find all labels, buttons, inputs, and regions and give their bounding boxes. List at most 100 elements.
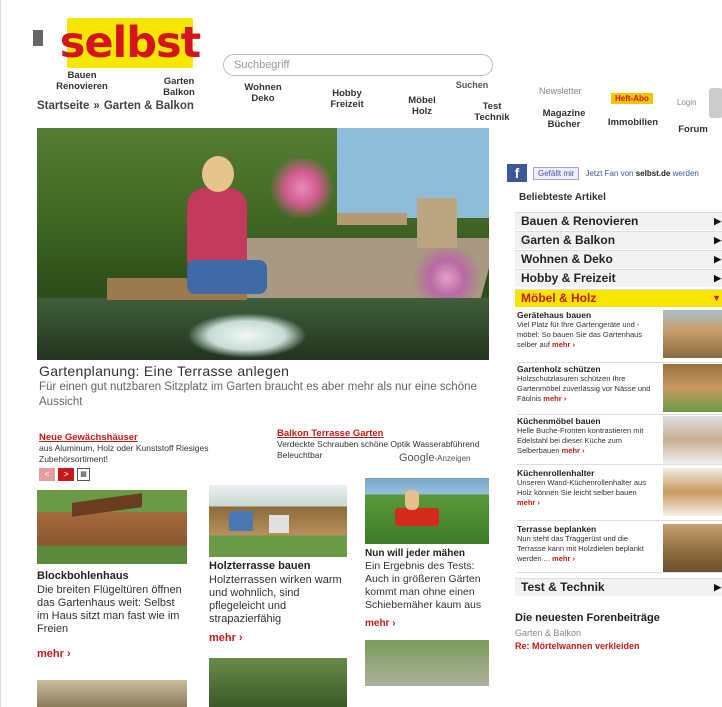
sidebar-heading: Beliebteste Artikel (519, 192, 606, 203)
card-image-bottom-2[interactable] (209, 658, 347, 707)
sidebar-article-geraetehaus[interactable]: Gerätehaus bauen Viel Platz für Ihre Gar… (517, 310, 722, 363)
article-thumbnail (663, 310, 722, 358)
breadcrumb: Startseite » Garten & Balkon (37, 100, 194, 112)
article-thumbnail (663, 364, 722, 412)
fb-site: selbst.de (635, 168, 671, 178)
hero-sky (337, 128, 489, 218)
nav-moebel-holz[interactable]: Möbel Holz (397, 95, 447, 117)
nav-hobby-freizeit[interactable]: Hobby Freizeit (319, 88, 375, 110)
card-more-blockbohlenhaus[interactable]: mehr › (37, 648, 71, 660)
search-input[interactable]: Suchbegriff (223, 54, 493, 76)
ad-pager: < > ▦ (39, 468, 90, 481)
hero-flowers (267, 158, 337, 218)
facebook-box: f Gefällt mir Jetzt Fan von selbst.de we… (507, 162, 722, 184)
article-text: Holzschutzlasuren schützen Ihre Gartenmö… (517, 374, 657, 404)
hero-text: Für einen gut nutzbaren Sitzplatz im Gar… (39, 381, 477, 408)
card-image-bottom-3[interactable] (365, 640, 489, 686)
card-image-bottom-1[interactable] (37, 680, 187, 707)
card-text-maehen: Ein Ergebnis des Tests: Auch in größeren… (365, 560, 482, 611)
nav-forum[interactable]: Forum (673, 124, 713, 135)
heft-abo-button[interactable]: Heft-Abo (611, 93, 653, 104)
person-shape (405, 490, 419, 510)
card-more-holzterrasse[interactable]: mehr › (209, 632, 243, 644)
card-more-maehen[interactable]: mehr › (365, 618, 396, 629)
article-more-link[interactable]: mehr › (552, 554, 575, 563)
article-text: Helle Buche-Fronten kontrastieren mit Ed… (517, 426, 657, 456)
sidebar-cat-bauen-renovieren[interactable]: Bauen & Renovieren ▶ (515, 212, 722, 230)
card-title-maehen[interactable]: Nun will jeder mähen (365, 548, 465, 559)
article-text: Nun steht das Traggerüst und die Terrass… (517, 534, 657, 564)
breadcrumb-separator: » (93, 100, 100, 112)
login-link[interactable]: Login (677, 98, 697, 107)
people-shape (229, 511, 253, 531)
sidebar-article-gartenholz[interactable]: Gartenholz schützen Holzschutzlasuren sc… (517, 364, 722, 415)
facebook-fan-text[interactable]: Jetzt Fan von selbst.de werden (585, 169, 698, 178)
nav-garten-balkon[interactable]: Garten Balkon (151, 76, 207, 98)
card-title-blockbohlenhaus[interactable]: Blockbohlenhaus (37, 570, 129, 582)
pager-grid-icon[interactable]: ▦ (77, 468, 90, 481)
nav-magazine-buecher[interactable]: Magazine Bücher (535, 108, 593, 130)
breadcrumb-current: Garten & Balkon (103, 100, 194, 112)
sidebar-article-kuechenmoebel[interactable]: Küchenmöbel bauen Helle Buche-Fronten ko… (517, 416, 722, 465)
card-image-holzterrasse[interactable] (209, 485, 347, 557)
ad-balkon-terrasse-link[interactable]: Balkon Terrasse Garten (277, 428, 482, 439)
cat-label: Hobby & Freizeit (521, 271, 616, 285)
card-title-holzterrasse[interactable]: Holzterrasse bauen (209, 560, 310, 572)
article-thumbnail (663, 468, 722, 516)
scrollbar[interactable] (709, 88, 722, 118)
article-more-link[interactable]: mehr › (517, 498, 540, 507)
card-image-blockbohlenhaus[interactable] (37, 490, 187, 564)
sidebar-article-terrasse-beplanken[interactable]: Terrasse beplanken Nun steht das Tragger… (517, 524, 722, 573)
sidebar-cat-garten-balkon[interactable]: Garten & Balkon ▶ (515, 231, 722, 249)
facebook-icon[interactable]: f (507, 164, 527, 182)
hero-woman-body (187, 188, 247, 268)
nav-test-technik[interactable]: Test Technik (467, 101, 517, 123)
hero-title[interactable]: Gartenplanung: Eine Terrasse anlegen (39, 363, 289, 379)
ad-gewaechshaeuser: Neue Gewächshäuser aus Aluminum, Holz od… (39, 432, 259, 465)
google-brand: Google (399, 452, 435, 464)
mower-shape (395, 508, 439, 526)
search-button[interactable]: Suchen (441, 76, 503, 94)
cat-label: Test & Technik (521, 580, 605, 594)
pager-next-button[interactable]: > (58, 468, 74, 481)
article-text: Viel Platz für Ihre Gartengeräte und -mö… (517, 320, 657, 350)
article-text: Unseren Wand-Küchenrollenhalter aus Holz… (517, 478, 657, 508)
breadcrumb-home[interactable]: Startseite (37, 100, 89, 112)
fb-text-prefix: Jetzt Fan von (585, 168, 636, 178)
article-body: Holzschutzlasuren schützen Ihre Gartenmö… (517, 374, 651, 403)
sidebar-cat-moebel-holz[interactable]: Möbel & Holz ▼ (515, 289, 722, 307)
card-image-maehen[interactable] (365, 478, 489, 544)
article-body: Unseren Wand-Küchenrollenhalter aus Holz… (517, 478, 646, 497)
nav-wohnen-deko[interactable]: Wohnen Deko (233, 82, 293, 104)
cat-label: Wohnen & Deko (521, 252, 613, 266)
sidebar-article-kuechenrollenhalter[interactable]: Küchenrollenhalter Unseren Wand-Küchenro… (517, 468, 722, 521)
sidebar-cat-hobby-freizeit[interactable]: Hobby & Freizeit ▶ (515, 269, 722, 287)
pager-prev-button[interactable]: < (39, 468, 55, 481)
hero-image[interactable] (37, 128, 489, 360)
google-ads-label[interactable]: Google-Anzeigen (399, 452, 471, 464)
article-more-link[interactable]: mehr › (552, 340, 575, 349)
fb-text-tail: werden (670, 168, 699, 178)
nav-immobilien[interactable]: Immobilien (603, 117, 663, 128)
newsletter-link[interactable]: Newsletter (539, 86, 582, 96)
article-more-link[interactable]: mehr › (543, 394, 566, 403)
forum-post-link[interactable]: Re: Mörtelwannen verkleiden (515, 641, 640, 651)
card-text-blockbohlenhaus: Die breiten Flügeltüren öffnen das Garte… (37, 584, 182, 635)
page: selbst Suchbegriff Suchen Newsletter Hef… (0, 0, 722, 707)
facebook-like-button[interactable]: Gefällt mir (533, 166, 580, 180)
hero-splash (187, 313, 307, 358)
article-more-link[interactable]: mehr › (562, 446, 585, 455)
arrow-right-icon: ▶ (714, 216, 721, 226)
arrow-down-icon: ▼ (712, 293, 721, 303)
people-shape-2 (269, 515, 289, 533)
cat-label: Möbel & Holz (521, 291, 597, 305)
cat-label: Garten & Balkon (521, 233, 616, 247)
nav-bauen-renovieren[interactable]: Bauen Renovieren (51, 70, 113, 92)
ad-gewaechshaeuser-link[interactable]: Neue Gewächshäuser (39, 432, 259, 443)
sidebar-cat-test-technik[interactable]: Test & Technik ▶ (515, 578, 722, 596)
site-logo[interactable]: selbst (60, 18, 201, 68)
sidebar-cat-wohnen-deko[interactable]: Wohnen & Deko ▶ (515, 250, 722, 268)
arrow-right-icon: ▶ (714, 273, 721, 283)
logo-text: selbst (59, 17, 201, 68)
roof-shape (72, 493, 142, 517)
